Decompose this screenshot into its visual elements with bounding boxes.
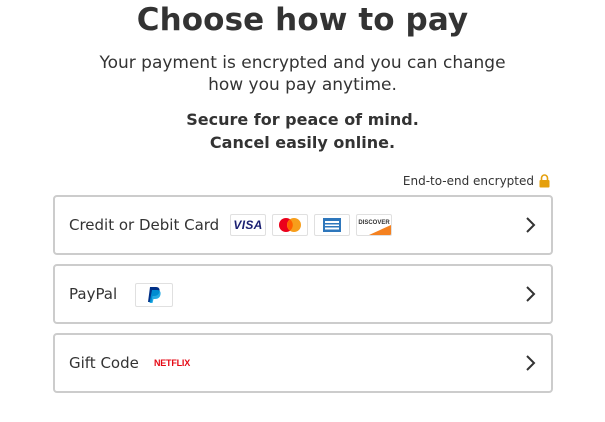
amex-logo — [314, 214, 350, 236]
paypal-option[interactable]: PayPal — [53, 264, 553, 324]
payment-page: Choose how to pay Your payment is encryp… — [0, 0, 605, 422]
visa-logo-text: VISA — [233, 218, 263, 232]
credit-debit-card-option[interactable]: Credit or Debit Card VISA DISCOVER — [53, 195, 553, 255]
secure-line-2: Cancel easily online. — [209, 133, 396, 152]
netflix-logo-text: NETFLIX — [153, 358, 191, 368]
mastercard-icon — [279, 218, 301, 232]
paypal-logos — [135, 283, 173, 307]
page-subtitle: Your payment is encrypted and you can ch… — [99, 53, 506, 95]
page-title: Choose how to pay — [136, 2, 469, 38]
visa-logo: VISA — [230, 214, 266, 236]
gift-code-label: Gift Code — [69, 354, 139, 372]
secure-line-1: Secure for peace of mind. — [186, 110, 419, 129]
credit-debit-card-label: Credit or Debit Card — [69, 216, 220, 234]
chevron-right-icon — [526, 217, 536, 233]
card-logos: VISA DISCOVER — [230, 214, 392, 236]
mastercard-logo — [272, 214, 308, 236]
gift-code-logos: NETFLIX — [152, 352, 192, 374]
lock-icon — [539, 174, 550, 188]
discover-logo: DISCOVER — [356, 214, 392, 236]
netflix-logo: NETFLIX — [152, 352, 192, 374]
encryption-notice: End-to-end encrypted — [403, 174, 551, 188]
encryption-label: End-to-end encrypted — [402, 174, 534, 188]
paypal-logo — [135, 283, 173, 307]
chevron-right-icon — [526, 286, 536, 302]
secure-message: Secure for peace of mind. Cancel easily … — [0, 108, 605, 154]
amex-icon — [323, 218, 341, 232]
gift-code-option[interactable]: Gift Code NETFLIX — [53, 333, 553, 393]
discover-stripe — [369, 225, 391, 235]
paypal-icon — [148, 287, 161, 303]
chevron-right-icon — [526, 355, 536, 371]
paypal-label: PayPal — [69, 285, 118, 303]
